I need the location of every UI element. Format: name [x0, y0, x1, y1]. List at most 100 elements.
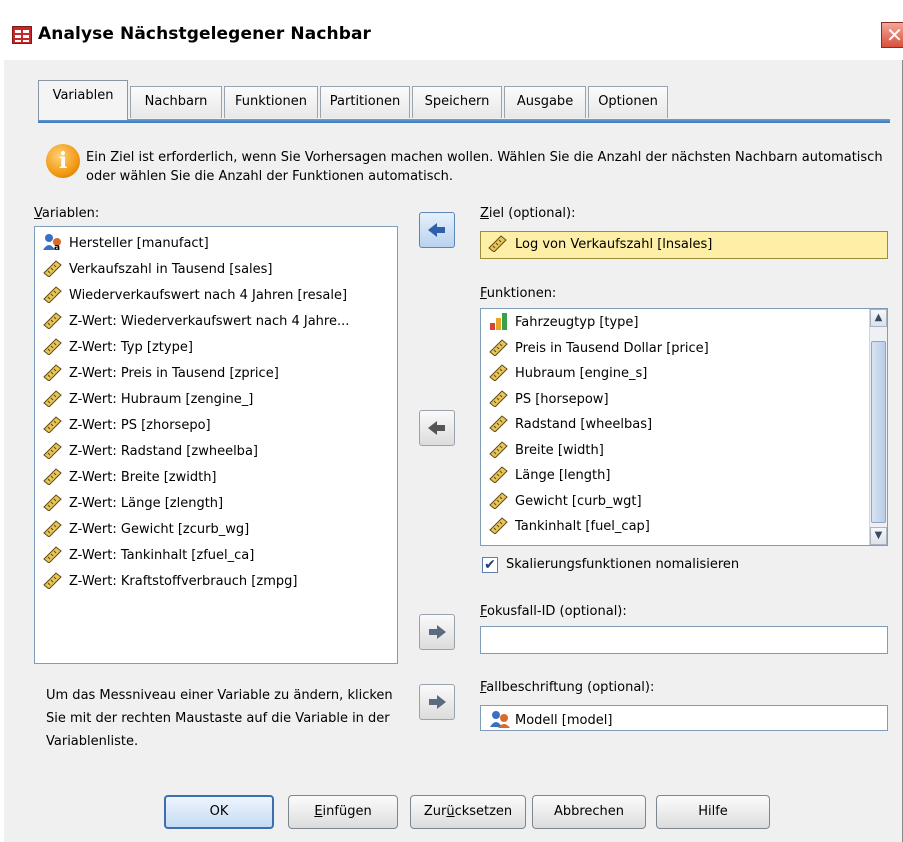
tab-divider: [38, 119, 890, 123]
feature-item[interactable]: Tankinhalt [fuel_cap]: [489, 515, 650, 539]
move-to-focus-case-button[interactable]: [419, 614, 455, 650]
ok-button[interactable]: OK: [164, 795, 274, 829]
scale-ruler-icon: [489, 363, 509, 381]
case-label-field[interactable]: Modell [model]: [480, 705, 888, 731]
features-list[interactable]: ▲ ▼ Fahrzeugtyp [type] Preis in Tausend D…: [480, 308, 888, 546]
nominal-icon: a: [43, 233, 63, 251]
variable-item[interactable]: Z-Wert: Gewicht [zcurb_wg]: [43, 518, 249, 542]
scale-ruler-icon: [43, 545, 63, 563]
scale-ruler-icon: [489, 414, 509, 432]
feature-item[interactable]: Radstand [wheelbas]: [489, 413, 652, 437]
variable-item-label: Wiederverkaufswert nach 4 Jahren [resale…: [69, 288, 348, 303]
variable-item-label: Z-Wert: Gewicht [zcurb_wg]: [69, 522, 250, 537]
case-label-value: Modell [model]: [515, 713, 613, 728]
variable-item[interactable]: Z-Wert: Wiederverkaufswert nach 4 Jahre.…: [43, 310, 349, 334]
move-to-target-button[interactable]: [419, 212, 455, 248]
scale-ruler-icon: [43, 389, 63, 407]
arrow-right-icon: [429, 625, 446, 639]
variable-item[interactable]: Verkaufszahl in Tausend [sales]: [43, 258, 273, 282]
tab-optionen[interactable]: Optionen: [588, 86, 668, 118]
variable-item[interactable]: a Hersteller [manufact]: [43, 232, 209, 256]
feature-item-label: PS [horsepow]: [515, 391, 609, 407]
features-scrollbar[interactable]: ▲ ▼: [869, 309, 887, 545]
focus-case-field[interactable]: [480, 626, 888, 654]
scroll-down-icon[interactable]: ▼: [870, 527, 887, 545]
window-title: Analyse Nächstgelegener Nachbar: [38, 24, 372, 44]
arrow-left-icon: [428, 223, 445, 237]
scroll-up-icon[interactable]: ▲: [870, 309, 887, 327]
feature-item[interactable]: Gewicht [curb_wgt]: [489, 490, 642, 514]
scale-ruler-icon: [43, 363, 63, 381]
variable-item[interactable]: Z-Wert: Typ [ztype]: [43, 336, 193, 360]
feature-item[interactable]: Preis in Tausend Dollar [price]: [489, 337, 709, 361]
scale-ruler-icon: [489, 465, 509, 483]
tab-variablen[interactable]: Variablen: [38, 80, 128, 120]
variable-item[interactable]: Wiederverkaufswert nach 4 Jahren [resale…: [43, 284, 347, 308]
ordinal-bars-icon: [489, 312, 509, 330]
tab-ausgabe[interactable]: Ausgabe: [504, 86, 586, 118]
variable-item-label: Z-Wert: Hubraum [zengine_]: [69, 392, 254, 407]
scale-ruler-icon: [43, 415, 63, 433]
arrow-right-icon: [429, 695, 446, 709]
variable-item-label: Z-Wert: Tankinhalt [zfuel_ca]: [69, 548, 255, 563]
reset-button[interactable]: Zurücksetzen: [410, 795, 526, 829]
help-button[interactable]: Hilfe: [656, 795, 770, 829]
case-label-label: Fallbeschriftung (optional):: [480, 680, 655, 695]
variable-item[interactable]: Z-Wert: Länge [zlength]: [43, 492, 223, 516]
features-label: Funktionen:: [480, 286, 557, 301]
normalize-checkbox[interactable]: ✔: [482, 557, 498, 573]
variable-item[interactable]: Z-Wert: PS [zhorsepo]: [43, 414, 211, 438]
scale-ruler-icon: [43, 571, 63, 589]
tab-funktionen[interactable]: Funktionen: [224, 86, 318, 118]
feature-item[interactable]: Fahrzeugtyp [type]: [489, 311, 639, 335]
close-button[interactable]: ✕: [881, 22, 903, 48]
feature-item[interactable]: PS [horsepow]: [489, 388, 609, 412]
variables-list[interactable]: a Hersteller [manufact] Verkaufszahl in Ta…: [34, 226, 398, 664]
feature-item[interactable]: Länge [length]: [489, 464, 610, 488]
tab-label: Variablen: [52, 88, 114, 103]
paste-button[interactable]: Einfügen: [288, 795, 398, 829]
variable-item[interactable]: Z-Wert: Radstand [zwheelba]: [43, 440, 258, 464]
variable-item-label: Z-Wert: Kraftstoffverbrauch [zmpg]: [69, 574, 298, 589]
variable-item-label: Z-Wert: Typ [ztype]: [69, 340, 193, 355]
move-to-case-label-button[interactable]: [419, 684, 455, 720]
variable-item[interactable]: Z-Wert: Hubraum [zengine_]: [43, 388, 253, 412]
feature-item-label: Preis in Tausend Dollar [price]: [515, 340, 709, 356]
feature-item-label: Gewicht [curb_wgt]: [515, 493, 642, 509]
feature-item-label: Radstand [wheelbas]: [515, 417, 653, 432]
tab-label: Nachbarn: [144, 94, 208, 109]
arrow-left-icon: [428, 421, 445, 435]
focus-case-label: Fokusfall-ID (optional):: [480, 604, 627, 619]
tab-partitionen[interactable]: Partitionen: [320, 86, 410, 118]
tab-nachbarn[interactable]: Nachbarn: [130, 86, 222, 118]
feature-item[interactable]: Hubraum [engine_s]: [489, 362, 647, 386]
feature-item[interactable]: Breite [width]: [489, 439, 604, 463]
scale-ruler-icon: [489, 516, 509, 534]
title-bar[interactable]: Analyse Nächstgelegener Nachbar ✕: [4, 0, 903, 60]
tab-label: Partitionen: [329, 94, 401, 109]
tab-speichern[interactable]: Speichern: [412, 86, 502, 118]
normalize-label: Skalierungsfunktionen nomalisieren: [506, 557, 740, 572]
scale-ruler-icon: [43, 311, 63, 329]
feature-item-label: Hubraum [engine_s]: [515, 366, 648, 381]
scrollbar-thumb[interactable]: [871, 341, 886, 524]
scale-ruler-icon: [43, 285, 63, 303]
variable-item[interactable]: Z-Wert: Preis in Tausend [zprice]: [43, 362, 279, 386]
variable-item-label: Z-Wert: PS [zhorsepo]: [69, 418, 211, 433]
feature-item-label: Länge [length]: [515, 468, 611, 483]
move-to-features-button[interactable]: [419, 410, 455, 446]
variable-item-label: Z-Wert: Länge [zlength]: [69, 496, 224, 511]
scale-ruler-icon: [43, 337, 63, 355]
feature-item-label: Fahrzeugtyp [type]: [515, 315, 639, 330]
app-grid-icon: [12, 26, 32, 44]
feature-item-label: Tankinhalt [fuel_cap]: [515, 519, 650, 534]
variable-item[interactable]: Z-Wert: Tankinhalt [zfuel_ca]: [43, 544, 254, 568]
variable-item[interactable]: Z-Wert: Kraftstoffverbrauch [zmpg]: [43, 570, 297, 594]
cancel-button[interactable]: Abbrechen: [532, 795, 646, 829]
target-field[interactable]: Log von Verkaufszahl [lnsales]: [480, 231, 888, 259]
scale-ruler-icon: [43, 441, 63, 459]
variables-label: Variablen:: [34, 206, 100, 221]
variable-item-label: Z-Wert: Preis in Tausend [zprice]: [69, 366, 279, 381]
tab-label: Ausgabe: [516, 94, 574, 109]
variable-item[interactable]: Z-Wert: Breite [zwidth]: [43, 466, 217, 490]
